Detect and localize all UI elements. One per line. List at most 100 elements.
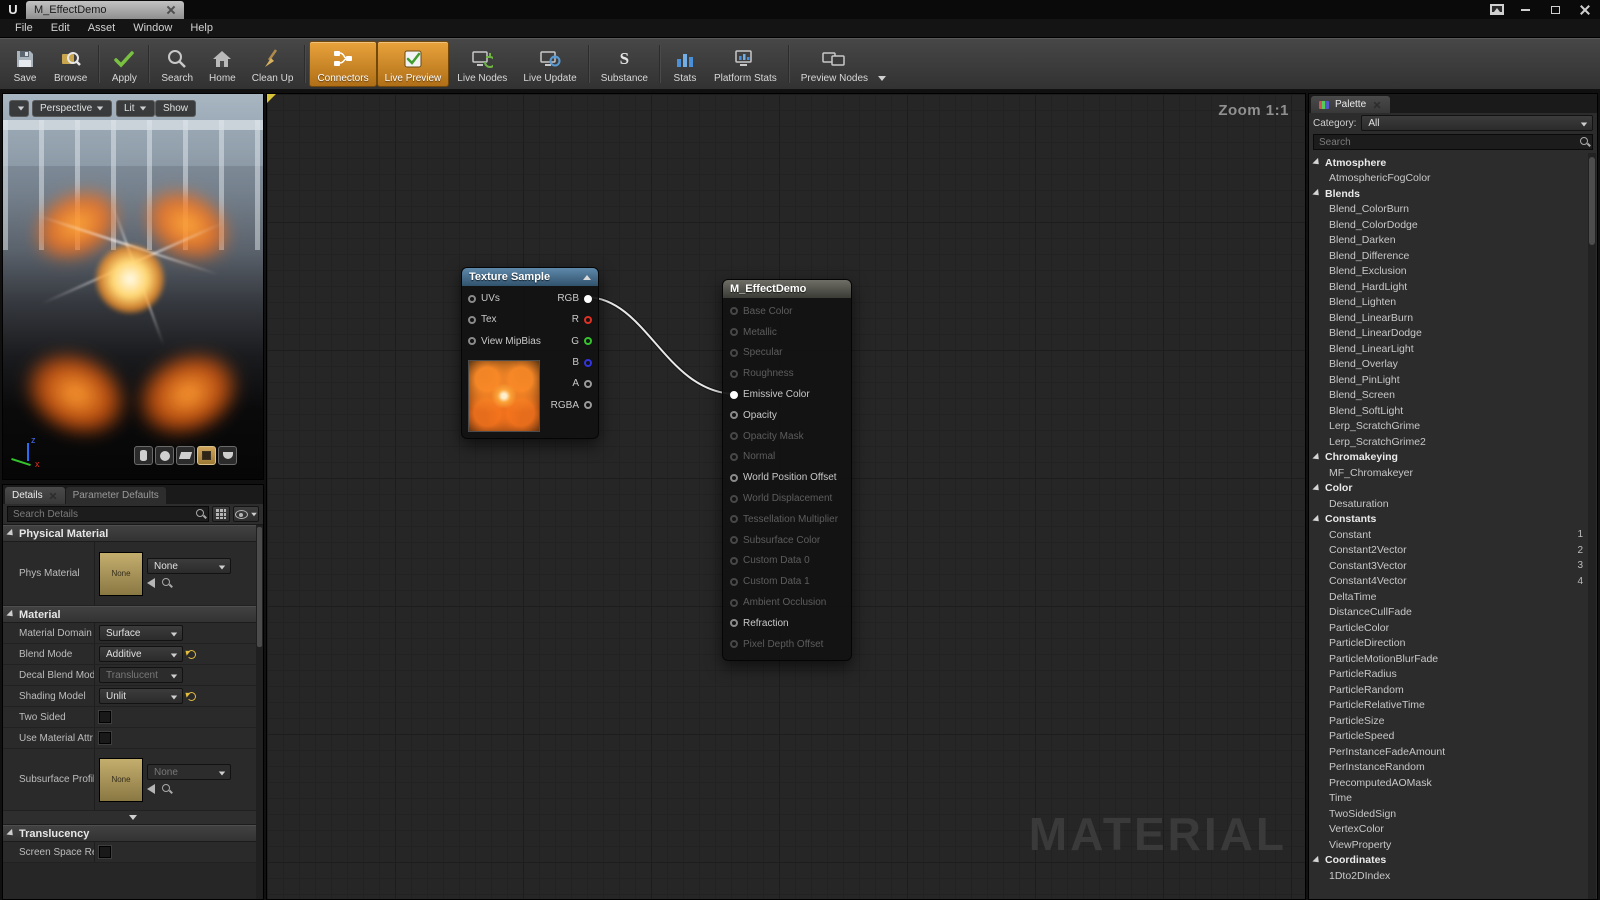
live-preview-toggle-button[interactable]: Live Preview xyxy=(376,41,450,87)
texture-sample-header[interactable]: Texture Sample xyxy=(462,268,598,286)
live-update-toggle-button[interactable]: Live Update xyxy=(515,41,584,87)
palette-item[interactable]: Blend_SoftLight xyxy=(1309,403,1597,419)
palette-item[interactable]: Time xyxy=(1309,791,1597,807)
material-input-pin[interactable] xyxy=(730,390,738,399)
material-result-node[interactable]: M_EffectDemo Base Color Metallic Specular R… xyxy=(722,279,852,661)
live-nodes-toggle-button[interactable]: Live Nodes xyxy=(449,41,515,87)
tab-close-icon[interactable] xyxy=(49,492,57,500)
palette-item[interactable]: Blend_Darken xyxy=(1309,233,1597,249)
palette-item[interactable]: ParticleMotionBlurFade xyxy=(1309,651,1597,667)
details-scrollbar[interactable] xyxy=(256,525,263,899)
connectors-toggle-button[interactable]: Connectors xyxy=(309,41,377,87)
palette-item[interactable]: Blend_ColorBurn xyxy=(1309,202,1597,218)
menu-asset[interactable]: Asset xyxy=(79,19,125,37)
input-pin[interactable] xyxy=(468,337,476,346)
scrollbar-thumb[interactable] xyxy=(257,527,262,647)
palette-category[interactable]: Blends xyxy=(1309,186,1597,202)
platform-stats-button[interactable]: Platform Stats xyxy=(706,41,785,87)
view-options-button[interactable] xyxy=(233,506,259,522)
section-physical-material[interactable]: Physical Material xyxy=(3,525,263,542)
clean-up-button[interactable]: Clean Up xyxy=(244,41,302,87)
palette-item[interactable]: Blend_LinearBurn xyxy=(1309,310,1597,326)
material-result-header[interactable]: M_EffectDemo xyxy=(723,280,851,298)
output-pin[interactable] xyxy=(584,337,592,346)
preview-sphere-button[interactable] xyxy=(155,446,174,465)
subsurface-profile-thumbnail[interactable]: None xyxy=(99,757,143,802)
use-material-attributes-checkbox[interactable] xyxy=(99,732,111,744)
screen-space-reflections-checkbox[interactable] xyxy=(99,846,111,858)
save-button[interactable]: Save xyxy=(4,41,46,87)
palette-item[interactable]: Constant 1 xyxy=(1309,527,1597,543)
lit-mode-button[interactable]: Lit xyxy=(116,100,155,117)
material-input-pin[interactable] xyxy=(730,411,738,420)
palette-item[interactable]: TwoSidedSign xyxy=(1309,806,1597,822)
stats-toggle-button[interactable]: Stats xyxy=(664,41,706,87)
phys-material-thumbnail[interactable]: None xyxy=(99,551,143,596)
use-selected-asset-icon[interactable] xyxy=(147,784,155,794)
palette-item[interactable]: Blend_Overlay xyxy=(1309,357,1597,373)
palette-item[interactable]: Blend_LinearDodge xyxy=(1309,326,1597,342)
menu-file[interactable]: File xyxy=(6,19,42,37)
input-pin[interactable] xyxy=(468,294,476,303)
palette-item[interactable]: ViewProperty xyxy=(1309,837,1597,853)
toolbar-overflow-button[interactable] xyxy=(876,41,890,87)
palette-item[interactable]: ParticleSize xyxy=(1309,713,1597,729)
section-translucency[interactable]: Translucency xyxy=(3,825,263,842)
tab-close-icon[interactable] xyxy=(1373,101,1381,109)
palette-item[interactable]: Blend_PinLight xyxy=(1309,372,1597,388)
phys-material-dropdown[interactable]: None xyxy=(147,558,231,574)
palette-item[interactable]: PerInstanceRandom xyxy=(1309,760,1597,776)
tab-parameter-defaults[interactable]: Parameter Defaults xyxy=(65,487,166,504)
palette-item[interactable]: Blend_Difference xyxy=(1309,248,1597,264)
blend-mode-dropdown[interactable]: Additive xyxy=(99,646,183,662)
palette-category[interactable]: Atmosphere xyxy=(1309,155,1597,171)
material-graph-canvas[interactable]: Zoom 1:1 MATERIAL Texture Sample UVs Tex V… xyxy=(266,93,1306,900)
palette-scrollbar[interactable] xyxy=(1588,153,1596,899)
palette-item[interactable]: ParticleDirection xyxy=(1309,636,1597,652)
collapse-arrow-icon[interactable] xyxy=(583,274,591,280)
palette-item[interactable]: ParticleSpeed xyxy=(1309,729,1597,745)
substance-button[interactable]: S Substance xyxy=(593,41,656,87)
two-sided-checkbox[interactable] xyxy=(99,711,111,723)
tab-palette[interactable]: Palette xyxy=(1311,96,1391,113)
browse-button[interactable]: Browse xyxy=(46,41,95,87)
output-pin[interactable] xyxy=(584,379,592,388)
palette-category[interactable]: Color xyxy=(1309,481,1597,497)
advanced-expander[interactable] xyxy=(3,811,263,825)
minimize-button[interactable] xyxy=(1510,0,1540,19)
palette-category[interactable]: Chromakeying xyxy=(1309,450,1597,466)
palette-item[interactable]: ParticleRadius xyxy=(1309,667,1597,683)
property-matrix-button[interactable] xyxy=(212,506,230,522)
category-dropdown[interactable]: All xyxy=(1361,115,1593,131)
apply-button[interactable]: Apply xyxy=(103,41,145,87)
details-search-input[interactable] xyxy=(7,506,209,522)
perspective-button[interactable]: Perspective xyxy=(32,100,113,117)
tab-close-icon[interactable] xyxy=(166,5,176,15)
browse-to-asset-icon[interactable] xyxy=(161,783,173,795)
preview-mesh-button[interactable] xyxy=(218,446,237,465)
browse-to-asset-icon[interactable] xyxy=(161,577,173,589)
material-domain-dropdown[interactable]: Surface xyxy=(99,625,183,641)
preview-cube-button[interactable] xyxy=(197,446,216,465)
palette-item[interactable]: Lerp_ScratchGrime2 xyxy=(1309,434,1597,450)
palette-item[interactable]: DeltaTime xyxy=(1309,589,1597,605)
material-input-pin[interactable] xyxy=(730,473,738,482)
output-pin[interactable] xyxy=(584,294,592,303)
close-button[interactable] xyxy=(1570,0,1600,19)
show-flags-button[interactable]: Show xyxy=(155,100,197,117)
material-input-pin[interactable] xyxy=(730,619,738,628)
palette-item[interactable]: Constant3Vector 3 xyxy=(1309,558,1597,574)
palette-item[interactable]: AtmosphericFogColor xyxy=(1309,171,1597,187)
palette-item[interactable]: ParticleColor xyxy=(1309,620,1597,636)
palette-search-input[interactable] xyxy=(1313,134,1593,150)
home-button[interactable]: Home xyxy=(201,41,244,87)
viewport-options-button[interactable] xyxy=(9,100,29,117)
texture-sample-node[interactable]: Texture Sample UVs Tex View MipBias RGB R G B… xyxy=(461,267,599,439)
search-button[interactable]: Search xyxy=(153,41,201,87)
tab-details[interactable]: Details xyxy=(5,487,65,504)
palette-item[interactable]: Blend_Screen xyxy=(1309,388,1597,404)
palette-item[interactable]: MF_Chromakeyer xyxy=(1309,465,1597,481)
palette-item[interactable]: DistanceCullFade xyxy=(1309,605,1597,621)
input-pin[interactable] xyxy=(468,315,476,324)
palette-item[interactable]: Constant2Vector 2 xyxy=(1309,543,1597,559)
